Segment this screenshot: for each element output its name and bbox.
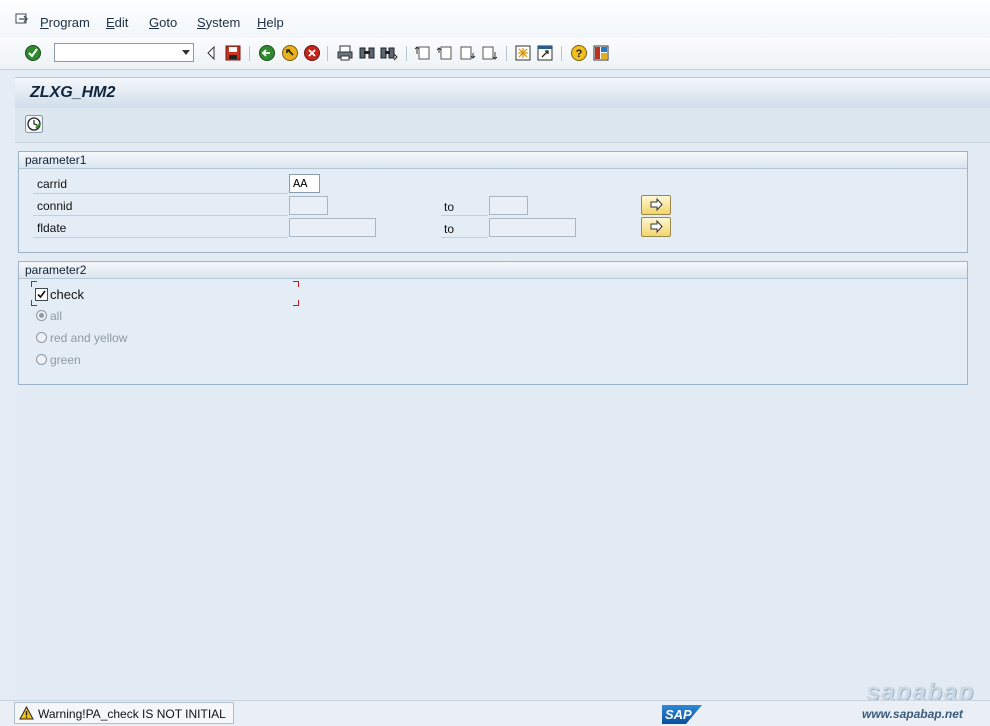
- toolbar-separator: [561, 46, 562, 61]
- divider: [441, 215, 488, 216]
- check-label: check: [50, 287, 84, 302]
- focus-corner: [293, 300, 299, 306]
- enter-icon[interactable]: [24, 44, 42, 62]
- radio-red-and-yellow-label: red and yellow: [50, 331, 128, 345]
- radio-red-and-yellow[interactable]: [36, 332, 47, 343]
- arrow-right-icon: [650, 219, 663, 234]
- chevron-down-icon[interactable]: [182, 50, 190, 55]
- sap-logo-text: SAP: [665, 707, 692, 722]
- exit-icon[interactable]: [281, 44, 299, 62]
- create-session-icon[interactable]: [514, 44, 532, 62]
- connid-high-input[interactable]: [489, 196, 528, 215]
- menu-accelerator: G: [149, 15, 160, 30]
- menu-edit[interactable]: Edit: [106, 15, 128, 30]
- fldate-high-input[interactable]: [489, 218, 576, 237]
- status-message-box[interactable]: Warning!PA_check IS NOT INITIAL: [14, 702, 234, 724]
- menu-accelerator: E: [106, 15, 115, 30]
- sap-logo: SAP: [662, 705, 702, 724]
- fldate-multiple-selection-button[interactable]: [641, 217, 671, 237]
- parameter1-group: parameter1 carrid AA connid to fldate to: [18, 151, 968, 253]
- group-header: parameter1: [19, 152, 967, 169]
- radio-selected-dot: [39, 313, 44, 318]
- previous-page-icon[interactable]: [436, 44, 454, 62]
- divider: [33, 193, 288, 194]
- screen-title-bar: ZLXG_HM2: [15, 77, 990, 109]
- arrow-right-icon: [650, 197, 663, 212]
- layout-menu-icon[interactable]: [592, 44, 610, 62]
- shortcut-icon[interactable]: [536, 44, 554, 62]
- radio-all[interactable]: [36, 310, 47, 321]
- divider: [33, 215, 288, 216]
- first-page-icon[interactable]: [414, 44, 432, 62]
- parameter2-group: parameter2 check all red and yellow gree…: [18, 261, 968, 385]
- toolbar-separator: [327, 46, 328, 61]
- connid-low-input[interactable]: [289, 196, 328, 215]
- help-icon[interactable]: ?: [570, 44, 588, 62]
- checkmark-icon: [37, 290, 46, 299]
- back-arrow-icon[interactable]: [203, 44, 221, 62]
- carrid-input[interactable]: AA: [289, 174, 320, 193]
- warning-icon: [19, 706, 34, 720]
- fldate-low-input[interactable]: [289, 218, 376, 237]
- menu-bar: Program Edit Goto System Help: [0, 0, 990, 39]
- menu-accelerator: P: [40, 15, 49, 30]
- fldate-to-label: to: [444, 222, 455, 236]
- standard-toolbar: ?: [0, 38, 990, 70]
- fldate-label: fldate: [37, 221, 67, 235]
- group-header: parameter2: [19, 262, 967, 279]
- group-title: parameter2: [25, 263, 87, 277]
- group-title: parameter1: [25, 153, 87, 167]
- carrid-value: AA: [293, 177, 308, 191]
- application-toolbar: [15, 108, 990, 143]
- menu-program[interactable]: Program: [40, 15, 90, 30]
- divider: [33, 237, 288, 238]
- execute-icon[interactable]: [25, 115, 43, 133]
- connid-to-label: to: [444, 200, 455, 214]
- check-checkbox[interactable]: [35, 288, 48, 301]
- command-field[interactable]: [54, 43, 194, 62]
- menu-icon[interactable]: [15, 12, 30, 26]
- cancel-icon[interactable]: [303, 44, 321, 62]
- radio-green[interactable]: [36, 354, 47, 365]
- connid-label: connid: [37, 199, 73, 213]
- page-title: ZLXG_HM2: [30, 84, 116, 101]
- status-bar: Warning!PA_check IS NOT INITIAL SAP: [0, 700, 990, 726]
- radio-green-label: green: [50, 353, 81, 367]
- toolbar-separator: [249, 46, 250, 61]
- toolbar-separator: [406, 46, 407, 61]
- carrid-label: carrid: [37, 177, 68, 191]
- focus-corner: [293, 281, 299, 287]
- find-next-icon[interactable]: [380, 44, 398, 62]
- menu-help[interactable]: Help: [257, 15, 284, 30]
- last-page-icon[interactable]: [480, 44, 498, 62]
- save-icon[interactable]: [224, 44, 242, 62]
- connid-multiple-selection-button[interactable]: [641, 195, 671, 215]
- toolbar-separator: [506, 46, 507, 61]
- next-page-icon[interactable]: [458, 44, 476, 62]
- focus-corner: [31, 281, 37, 287]
- print-icon[interactable]: [336, 44, 354, 62]
- radio-all-label: all: [50, 309, 63, 323]
- watermark-url: www.sapabap.net: [862, 707, 963, 721]
- menu-system[interactable]: System: [197, 15, 240, 30]
- find-icon[interactable]: [358, 44, 376, 62]
- back-icon[interactable]: [258, 44, 276, 62]
- svg-text:?: ?: [576, 48, 583, 60]
- menu-goto[interactable]: Goto: [149, 15, 177, 30]
- status-message: Warning!PA_check IS NOT INITIAL: [38, 707, 226, 721]
- divider: [441, 237, 488, 238]
- menu-accelerator: H: [257, 15, 267, 30]
- menu-accelerator: S: [197, 15, 206, 30]
